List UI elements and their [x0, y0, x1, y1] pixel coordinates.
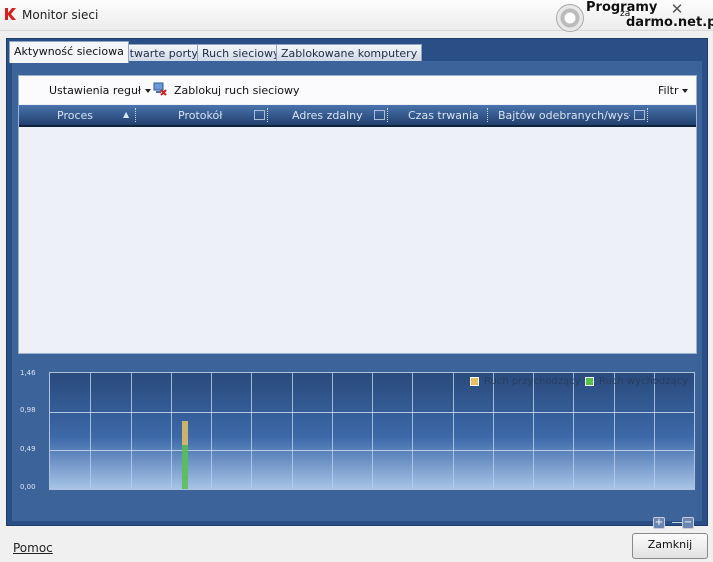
- grid-line: [453, 373, 454, 489]
- rules-settings-dropdown[interactable]: Ustawienia reguł: [49, 84, 152, 97]
- chevron-down-icon: [682, 89, 689, 93]
- toolbar: Ustawienia reguł Zablokuj ruch sieciowy …: [19, 76, 696, 104]
- column-duration[interactable]: Czas trwania: [408, 109, 479, 122]
- column-resizer[interactable]: [487, 108, 490, 122]
- sort-asc-icon: ▲: [123, 110, 130, 119]
- chevron-down-icon: [145, 89, 152, 93]
- tab-blocked-computers[interactable]: Zablokowane komputery: [276, 44, 423, 62]
- grid-line: [171, 373, 172, 489]
- grid-line: [533, 373, 534, 489]
- chart-plot-area: [49, 372, 695, 490]
- grid-line: [131, 373, 132, 489]
- filter-dropdown[interactable]: Filtr: [658, 84, 689, 97]
- y-tick-label: 1,46: [20, 369, 36, 377]
- column-filter-icon[interactable]: [254, 110, 265, 120]
- table-body: [19, 127, 696, 353]
- grid-line: [573, 373, 574, 489]
- traffic-chart: 1,46 0,98 0,49 0,00 Ruch przychodzący Ru…: [20, 369, 695, 491]
- watermark-logo: Programy za darmo.net.pl: [552, 0, 713, 32]
- close-window-button[interactable]: ✕: [667, 1, 687, 17]
- content-panel: Ustawienia reguł Zablokuj ruch sieciowy …: [12, 61, 702, 529]
- grid-line: [292, 373, 293, 489]
- tab-network-traffic[interactable]: Ruch sieciowy: [197, 44, 285, 62]
- legend-incoming: Ruch przychodzący: [470, 376, 581, 387]
- y-tick-label: 0,00: [20, 483, 36, 491]
- grid-line: [332, 373, 333, 489]
- tab-network-activity[interactable]: Aktywność sieciowa: [9, 41, 129, 63]
- y-tick-label: 0,49: [20, 445, 36, 453]
- grid-line: [654, 373, 655, 489]
- title-bar: Monitor sieci Programy za darmo.net.pl ✕: [0, 0, 713, 32]
- tab-open-ports[interactable]: Otwarte porty: [116, 44, 203, 62]
- column-protocol[interactable]: Protokół: [178, 109, 222, 122]
- incoming-swatch: [470, 376, 479, 386]
- block-traffic-icon: [153, 82, 167, 96]
- column-remote-address[interactable]: Adres zdalny: [292, 109, 363, 122]
- column-filter-icon[interactable]: [634, 110, 645, 120]
- outgoing-swatch: [585, 376, 594, 386]
- legend-outgoing: Ruch wychodzący: [585, 376, 688, 387]
- close-button[interactable]: Zamknij: [632, 533, 708, 559]
- gear-icon: [556, 4, 584, 32]
- grid-line: [50, 412, 694, 413]
- chart-bar: [182, 445, 188, 489]
- y-tick-label: 0,98: [20, 406, 36, 414]
- grid-line: [412, 373, 413, 489]
- grid-line: [493, 373, 494, 489]
- kaspersky-logo-icon: [5, 8, 16, 20]
- grid-line: [50, 450, 694, 451]
- grid-line: [211, 373, 212, 489]
- column-resizer[interactable]: [267, 108, 270, 122]
- activity-list-container: Ustawienia reguł Zablokuj ruch sieciowy …: [18, 75, 697, 354]
- zoom-in-button[interactable]: +: [653, 517, 665, 529]
- grid-line: [251, 373, 252, 489]
- column-bytes[interactable]: Bajtów odebranych/wysł...: [498, 109, 630, 122]
- grid-line: [372, 373, 373, 489]
- help-link[interactable]: Pomoc: [13, 541, 53, 555]
- main-frame: Aktywność sieciowa Otwarte porty Ruch si…: [6, 38, 708, 529]
- column-resizer[interactable]: [135, 108, 138, 122]
- grid-line: [614, 373, 615, 489]
- block-traffic-button[interactable]: Zablokuj ruch sieciowy: [174, 84, 300, 97]
- column-resizer[interactable]: [387, 108, 390, 122]
- chart-bar: [182, 421, 188, 445]
- table-header: Proces ▲ Protokół Adres zdalny Czas trwa…: [19, 105, 696, 127]
- column-process[interactable]: Proces: [57, 109, 93, 122]
- zoom-out-button[interactable]: −: [682, 517, 694, 529]
- grid-line: [90, 373, 91, 489]
- column-filter-icon[interactable]: [374, 110, 385, 120]
- window-title: Monitor sieci: [22, 8, 99, 22]
- column-resizer[interactable]: [647, 108, 650, 122]
